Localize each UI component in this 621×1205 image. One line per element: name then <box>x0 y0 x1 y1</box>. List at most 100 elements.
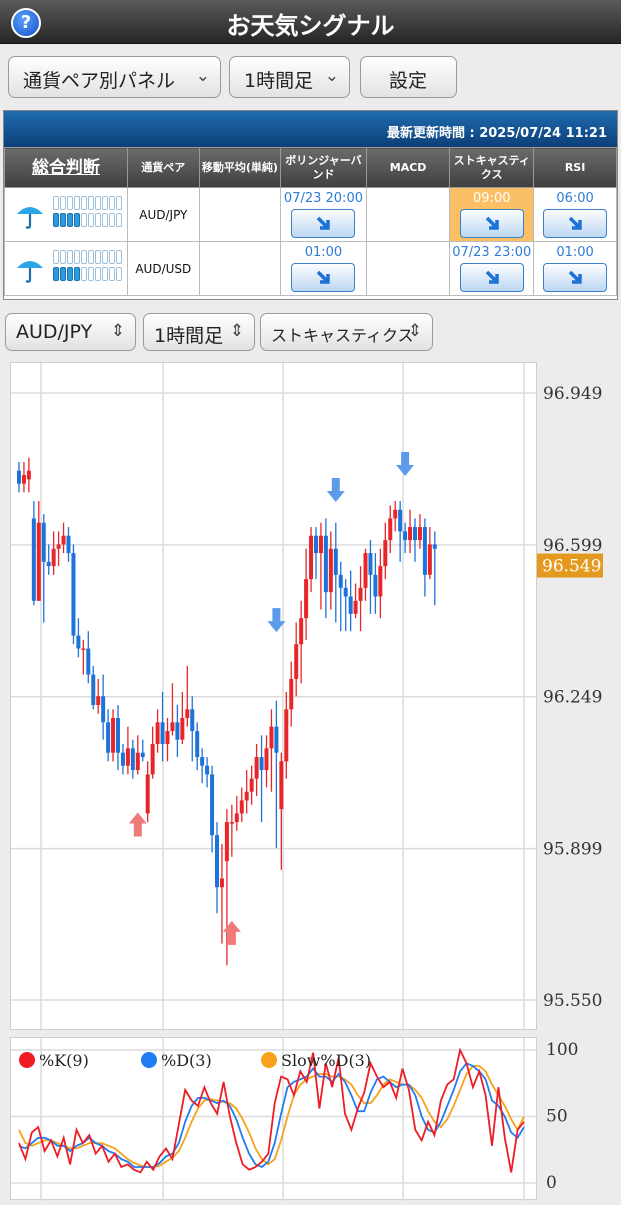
candle-body <box>61 535 66 545</box>
candle-body <box>71 553 76 636</box>
col-overall[interactable]: 総合判断 <box>4 147 128 188</box>
gauge-cell <box>53 250 59 264</box>
gauge-cell <box>88 213 94 227</box>
candle-body <box>269 726 274 749</box>
pair-select[interactable]: AUD/JPY ⇕ <box>5 313 136 351</box>
gauge-cell <box>116 213 122 227</box>
candle-body <box>150 744 155 775</box>
candle-body <box>111 717 116 753</box>
gauge-cell <box>116 196 122 210</box>
candle-body <box>388 518 393 541</box>
oscillator-tick-label: 100 <box>546 1040 578 1060</box>
overall-cell <box>4 241 128 296</box>
table-header-row: 総合判断 通貨ペア 移動平均(単純) ボリンジャーバンド MACD ストキャステ… <box>4 147 617 188</box>
candle-body <box>398 509 403 532</box>
umbrella-icon <box>15 201 45 234</box>
page-title: お天気シグナル <box>226 12 395 40</box>
signal-panel: 最新更新時間 : 2025/07/24 11:21 総合判断 通貨ペア 移動平均… <box>3 110 618 300</box>
candle-body <box>408 527 413 541</box>
candle-body <box>318 535 323 554</box>
chart-timeframe-select[interactable]: 1時間足 ⇕ <box>143 313 255 351</box>
candle-body <box>393 509 398 519</box>
gauge-cell <box>74 267 80 281</box>
rsi-cell: 01:00 <box>533 241 617 296</box>
candle-body <box>36 522 41 601</box>
candle-body <box>353 600 358 614</box>
candle-body <box>21 475 26 484</box>
view-select[interactable]: 通貨ペア別パネル ⌄ <box>8 56 221 98</box>
candle-body <box>413 527 417 541</box>
gauge-cell <box>74 213 80 227</box>
gauge-cell <box>60 213 66 227</box>
candle-body <box>185 709 190 718</box>
candle-body <box>215 835 219 888</box>
macd-cell <box>365 241 451 296</box>
candle-body <box>31 518 36 601</box>
signal-time: 07/23 20:00 <box>283 191 363 206</box>
candle-body <box>165 730 170 745</box>
buy-signal-arrow-icon <box>128 812 147 837</box>
signal-button[interactable] <box>459 263 524 292</box>
price-tick-label: 96.249 <box>543 688 602 708</box>
table-row[interactable]: AUD/USD 01:00 07/23 23:00 01:00 <box>4 241 617 296</box>
timeframe-select[interactable]: 1時間足 ⌄ <box>229 56 350 98</box>
indicator-select-label: ストキャスティクス <box>271 326 414 345</box>
signal-button[interactable] <box>291 263 356 292</box>
gauge-cell <box>67 196 73 210</box>
candle-body <box>264 748 269 771</box>
gauge-cell <box>67 250 73 264</box>
candle-body <box>323 535 328 593</box>
gauge-cell <box>74 250 80 264</box>
candle-body <box>343 587 348 597</box>
price-tick-label: 95.550 <box>543 991 602 1011</box>
gauge-cell <box>53 196 59 210</box>
candle-body <box>101 696 106 723</box>
signal-button[interactable] <box>543 263 608 292</box>
signal-gauge <box>53 196 127 230</box>
legend-label: Slow%D(3) <box>281 1051 371 1070</box>
price-tick-label: 96.949 <box>543 384 602 404</box>
chevron-down-icon: ⌄ <box>195 66 210 86</box>
price-tick-label: 95.899 <box>543 840 602 860</box>
signal-button[interactable] <box>543 209 608 238</box>
signal-button[interactable] <box>459 209 524 238</box>
candle-body <box>254 757 259 779</box>
oscillator-axis: 100 50 0 <box>546 1040 578 1193</box>
indicator-select[interactable]: ストキャスティクス ⇕ <box>260 313 433 351</box>
gauge-cell <box>60 250 66 264</box>
signal-time: 01:00 <box>556 245 594 260</box>
gauge-cell <box>116 250 122 264</box>
candle-body <box>96 696 101 705</box>
gauge-cell <box>109 267 115 281</box>
legend-dot-icon <box>261 1052 277 1068</box>
sell-signal-arrow-icon <box>326 478 345 503</box>
candle-body <box>81 648 86 651</box>
stochastic-chart[interactable]: %K(9) %D(3) Slow%D(3) <box>10 1037 538 1201</box>
stochastic-plot: %K(9) %D(3) Slow%D(3) <box>11 1038 538 1201</box>
gauge-cell <box>109 250 115 264</box>
candlestick-chart[interactable] <box>11 363 538 1031</box>
gauge-cell <box>102 267 108 281</box>
price-tick-label: 96.599 <box>543 536 602 556</box>
ma-cell <box>198 241 282 296</box>
signal-time: 09:00 <box>473 191 511 206</box>
candle-body <box>244 791 249 801</box>
arrow-down-right-icon <box>567 269 585 290</box>
gauge-cell <box>81 267 87 281</box>
candle-body <box>91 674 96 705</box>
candle-body <box>46 561 51 567</box>
arrow-down-right-icon <box>567 215 585 236</box>
candle-body <box>274 726 279 753</box>
gauge-cell <box>95 213 101 227</box>
gauge-cell <box>88 250 94 264</box>
settings-button[interactable]: 設定 <box>360 56 457 98</box>
price-chart[interactable] <box>10 362 538 1031</box>
candle-body <box>56 544 61 549</box>
candle-body <box>140 752 145 758</box>
table-row[interactable]: AUD/JPY 07/23 20:00 09:00 06:00 <box>4 187 617 242</box>
signal-button[interactable] <box>291 209 356 238</box>
macd-cell <box>365 187 451 242</box>
candle-body <box>383 540 388 567</box>
candle-body <box>145 774 150 814</box>
gauge-cell <box>60 267 66 281</box>
